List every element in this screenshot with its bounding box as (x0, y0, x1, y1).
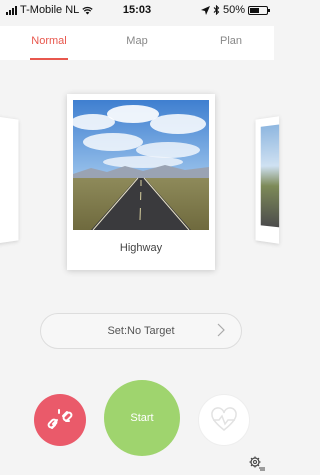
battery-percent: 50% (222, 4, 245, 16)
link-broken-icon (47, 409, 73, 429)
previous-scene-card[interactable] (0, 116, 19, 244)
set-target-button[interactable]: Set:No Target (40, 313, 242, 349)
connect-device-button[interactable] (34, 394, 86, 446)
battery-icon (248, 5, 270, 15)
tab-map[interactable]: Map (122, 35, 152, 47)
next-scene-card[interactable] (255, 116, 280, 244)
chevron-right-icon (217, 323, 225, 337)
heart-rate-icon (211, 407, 237, 431)
tab-plan[interactable]: Plan (212, 35, 250, 47)
active-tab-indicator (30, 58, 68, 60)
tab-bar: Normal Map Plan (0, 26, 274, 60)
scene-label: Highway (119, 242, 163, 254)
scene-card[interactable]: Highway (67, 94, 215, 270)
start-button[interactable]: Start (104, 380, 180, 456)
tab-normal[interactable]: Normal (30, 35, 68, 47)
location-icon (200, 5, 210, 15)
status-bar: T-Mobile NL 15:03 50% (0, 0, 274, 20)
bluetooth-icon (213, 5, 220, 15)
settings-icon[interactable] (248, 454, 266, 472)
heart-rate-button[interactable] (198, 394, 250, 446)
target-label: Set:No Target (107, 325, 175, 337)
highway-scene-image (73, 100, 209, 230)
